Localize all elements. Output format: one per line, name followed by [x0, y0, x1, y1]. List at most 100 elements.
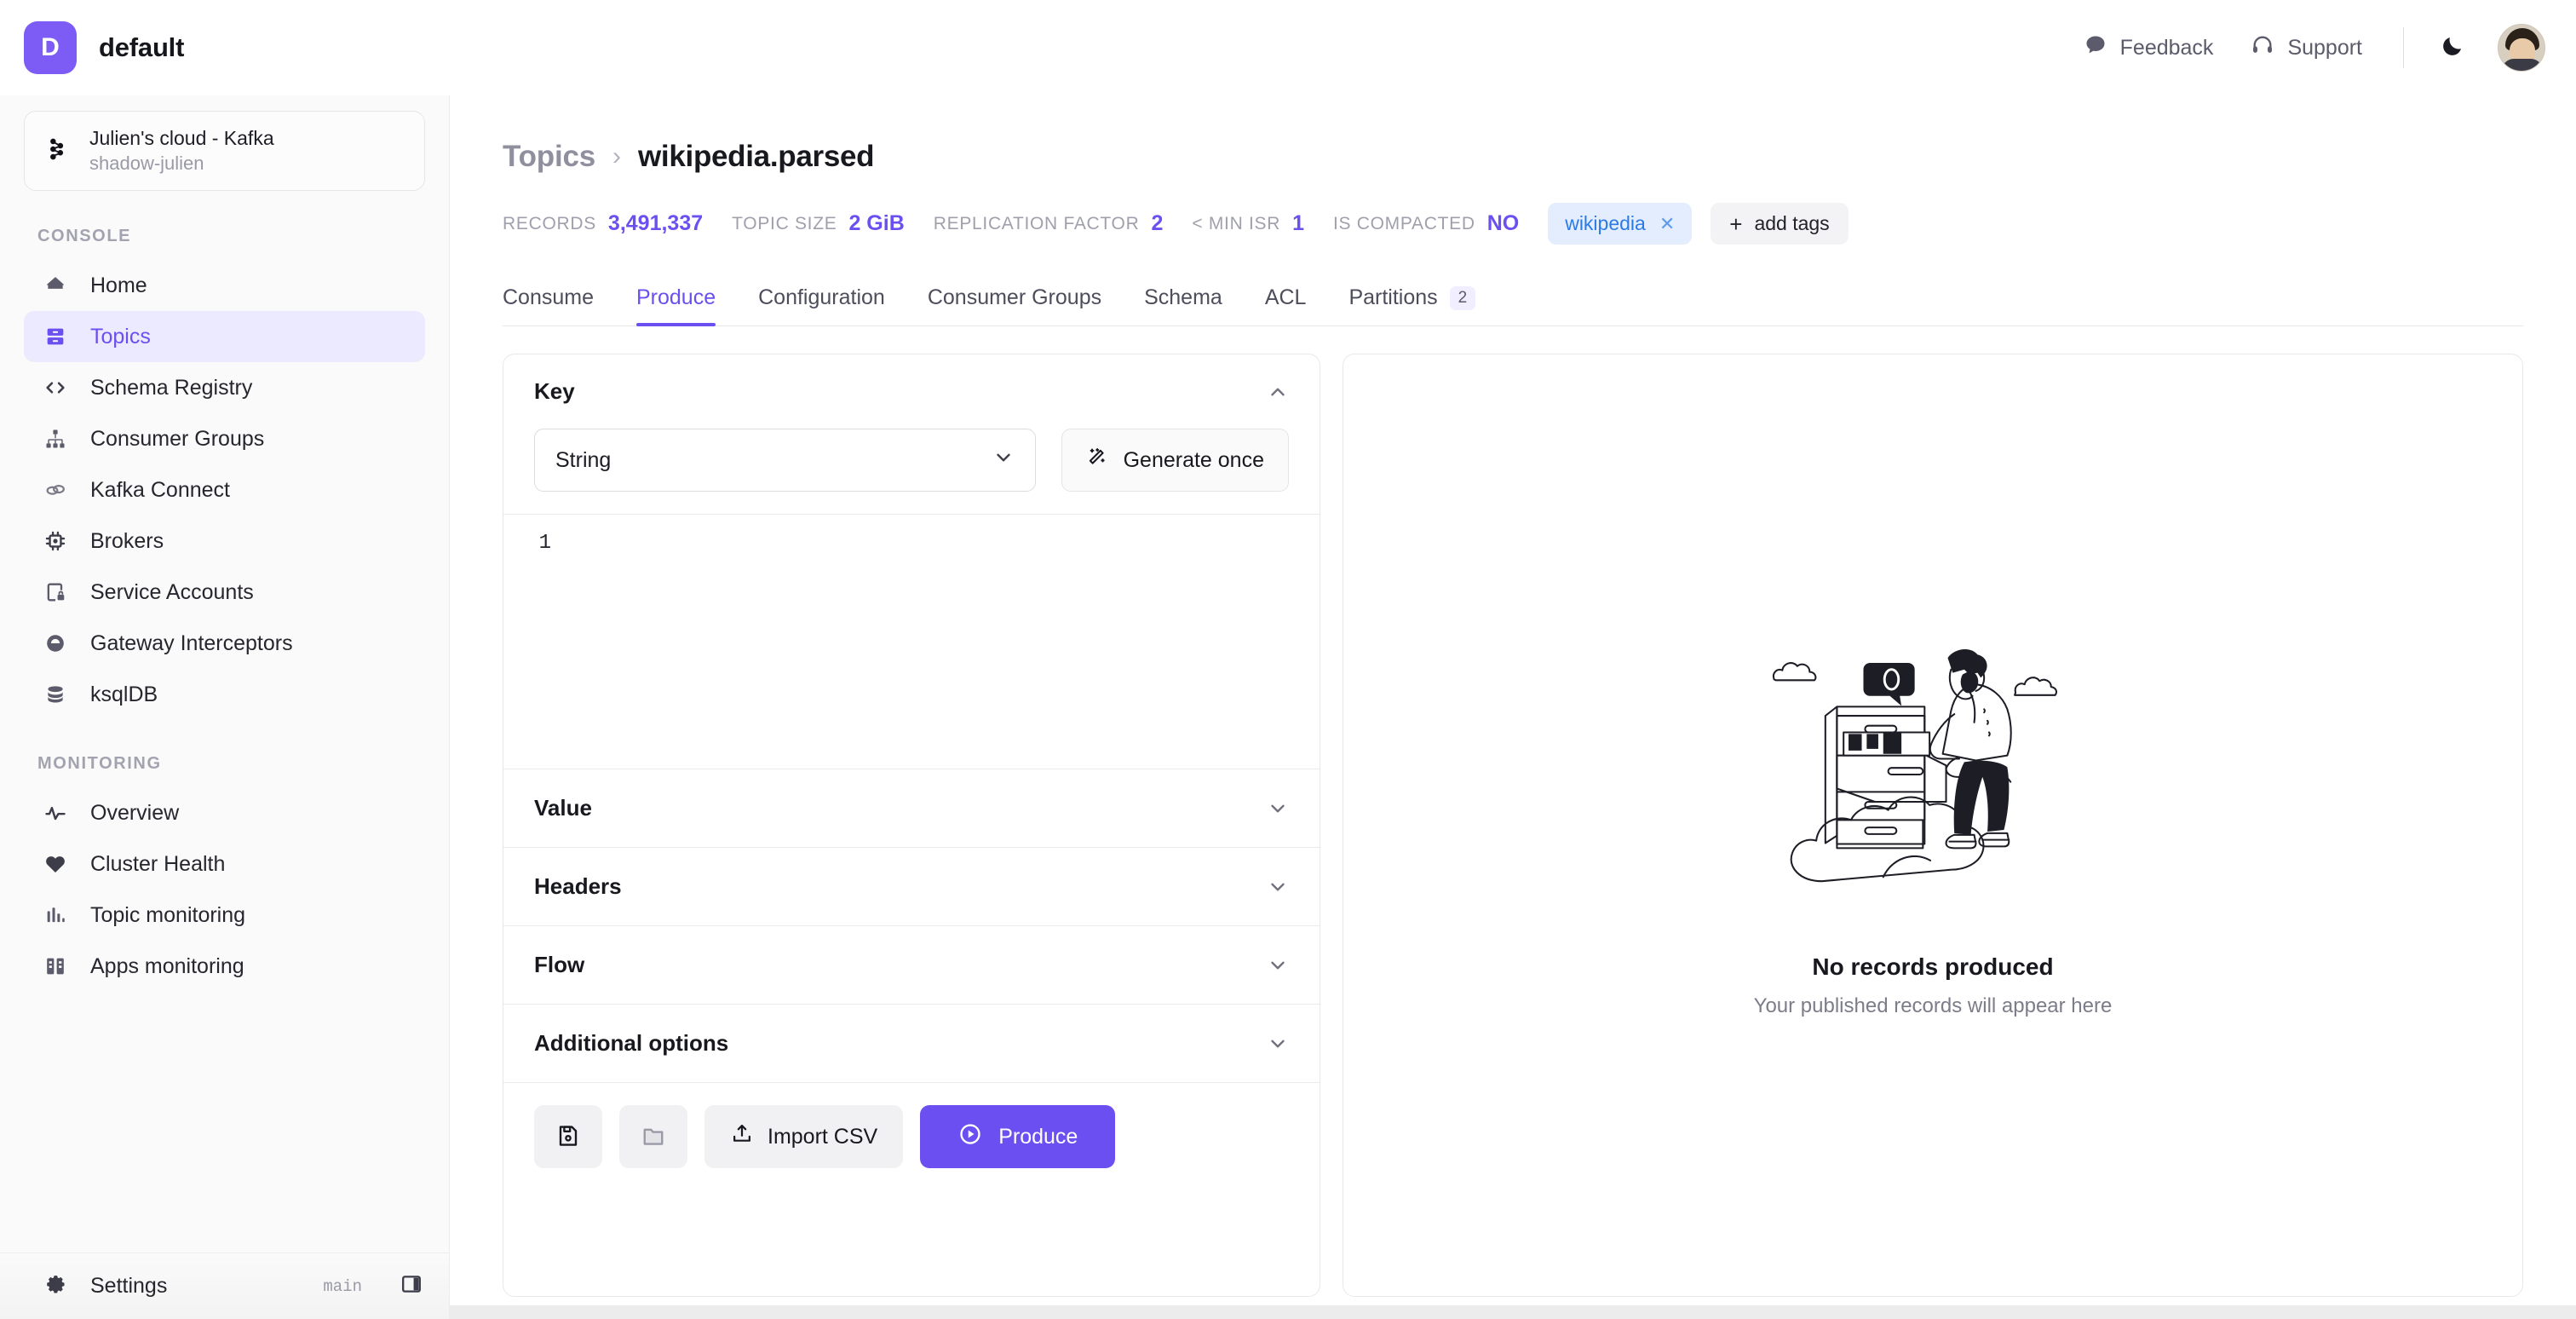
hierarchy-icon [43, 426, 68, 452]
feedback-label: Feedback [2119, 35, 2214, 60]
sidebar-item-brokers[interactable]: Brokers [24, 516, 425, 567]
link-icon [43, 477, 68, 503]
cluster-selector[interactable]: Julien's cloud - Kafka shadow-julien [24, 111, 425, 191]
stat-records: RECORDS 3,491,337 [503, 211, 703, 236]
support-label: Support [2287, 35, 2362, 60]
breadcrumb-topics-link[interactable]: Topics [503, 140, 595, 174]
chevron-up-icon[interactable] [1267, 381, 1289, 403]
apps-icon [43, 953, 68, 979]
key-editor[interactable]: 1 [503, 514, 1320, 769]
generate-once-button[interactable]: Generate once [1061, 429, 1289, 492]
open-button[interactable] [619, 1105, 687, 1168]
sidebar-item-gateway-interceptors[interactable]: Gateway Interceptors [24, 618, 425, 669]
tab-consumer-groups[interactable]: Consumer Groups [928, 280, 1101, 325]
magic-wand-icon [1086, 446, 1108, 475]
sidebar-item-home[interactable]: Home [24, 260, 425, 311]
avatar-shirt [2502, 59, 2543, 71]
stat-label: RECORDS [503, 213, 596, 233]
sidebar-item-cluster-health[interactable]: Cluster Health [24, 838, 425, 890]
additional-options-section-header[interactable]: Additional options [503, 1005, 1320, 1083]
sidebar-item-topic-monitoring[interactable]: Topic monitoring [24, 890, 425, 941]
sidebar-footer: Settings main [0, 1253, 449, 1319]
value-section-title: Value [534, 795, 592, 821]
pulse-icon [43, 800, 68, 826]
close-icon[interactable]: ✕ [1659, 213, 1675, 235]
body-row: Julien's cloud - Kafka shadow-julien CON… [0, 95, 2576, 1319]
produce-button-label: Produce [998, 1124, 1078, 1149]
headset-icon [2251, 33, 2274, 63]
stat-min-isr: < MIN ISR 1 [1192, 211, 1304, 236]
generate-once-label: Generate once [1123, 447, 1264, 472]
chevron-down-icon[interactable] [1267, 1033, 1289, 1055]
play-circle-icon [957, 1121, 983, 1153]
user-avatar[interactable] [2498, 24, 2545, 72]
sidebar-item-schema-registry[interactable]: Schema Registry [24, 362, 425, 413]
chevron-down-icon[interactable] [1267, 798, 1289, 820]
tab-produce[interactable]: Produce [636, 280, 716, 326]
sidebar-item-ksqldb[interactable]: ksqlDB [24, 669, 425, 720]
kafka-icon [43, 135, 72, 168]
top-bar: D default Feedback Support [0, 0, 2576, 95]
sidebar-item-label: Topics [90, 324, 151, 348]
stat-topic-size: TOPIC SIZE 2 GiB [732, 211, 905, 236]
sidebar-item-kafka-connect[interactable]: Kafka Connect [24, 464, 425, 516]
horizontal-scrollbar[interactable] [450, 1305, 2576, 1319]
sidebar-item-consumer-groups[interactable]: Consumer Groups [24, 413, 425, 464]
sidebar-item-settings[interactable]: Settings [43, 1274, 167, 1299]
flow-section-header[interactable]: Flow [503, 926, 1320, 1005]
nav-section-monitoring-label: MONITORING [37, 754, 162, 773]
sidebar-item-topics[interactable]: Topics [24, 311, 425, 362]
database-icon [43, 682, 68, 707]
sidebar-item-label: Topic monitoring [90, 902, 246, 927]
speech-bubble-icon [2084, 33, 2107, 63]
headers-section-title: Headers [534, 873, 622, 899]
support-button[interactable]: Support [2232, 26, 2381, 70]
chevron-down-icon[interactable] [1267, 876, 1289, 898]
tab-acl[interactable]: ACL [1265, 280, 1307, 325]
heart-icon [43, 851, 68, 877]
import-csv-button[interactable]: Import CSV [704, 1105, 904, 1168]
org-avatar[interactable]: D [24, 21, 77, 74]
tab-partitions[interactable]: Partitions 2 [1348, 280, 1476, 325]
sidebar-item-label: Consumer Groups [90, 426, 265, 451]
nav-section-console-label: CONSOLE [37, 227, 132, 245]
stat-value: 1 [1292, 211, 1304, 235]
tab-consume[interactable]: Consume [503, 280, 594, 325]
stat-replication-factor: REPLICATION FACTOR 2 [934, 211, 1164, 236]
branch-label: main [323, 1276, 362, 1296]
dark-mode-toggle[interactable] [2426, 25, 2479, 72]
tab-label: ACL [1264, 285, 1307, 309]
gateway-icon [43, 631, 68, 656]
feedback-button[interactable]: Feedback [2065, 26, 2233, 70]
tab-configuration[interactable]: Configuration [758, 280, 885, 325]
add-tags-button[interactable]: + add tags [1711, 203, 1849, 245]
panel-right-icon [400, 1272, 423, 1300]
tag-wikipedia[interactable]: wikipedia ✕ [1548, 203, 1693, 245]
upload-icon [730, 1122, 754, 1152]
sidebar-item-label: Apps monitoring [90, 953, 244, 978]
floppy-disk-icon [555, 1123, 581, 1151]
sidebar-item-label: Kafka Connect [90, 477, 230, 502]
key-editor-input[interactable] [566, 532, 1320, 769]
stat-value: 3,491,337 [607, 211, 704, 235]
chevron-down-icon[interactable] [1267, 954, 1289, 976]
save-button[interactable] [534, 1105, 602, 1168]
panel-toggle-button[interactable] [400, 1272, 423, 1300]
stat-is-compacted: IS COMPACTED NO [1333, 211, 1519, 236]
sidebar-item-overview[interactable]: Overview [24, 787, 425, 838]
produce-button[interactable]: Produce [920, 1105, 1116, 1168]
value-section-header[interactable]: Value [503, 769, 1320, 848]
key-format-select[interactable]: String [534, 429, 1036, 492]
sidebar-item-service-accounts[interactable]: Service Accounts [24, 567, 425, 618]
key-section-header[interactable]: Key [503, 354, 1320, 429]
sidebar-item-label: Overview [90, 800, 180, 825]
settings-label: Settings [90, 1274, 168, 1298]
tab-label: Produce [636, 285, 716, 309]
sidebar-item-label: Home [90, 273, 147, 297]
sidebar-item-apps-monitoring[interactable]: Apps monitoring [24, 941, 425, 992]
headers-section-header[interactable]: Headers [503, 848, 1320, 926]
tab-schema[interactable]: Schema [1144, 280, 1222, 325]
app-root: D default Feedback Support Julien's clou… [0, 0, 2576, 1319]
bar-chart-icon [43, 902, 68, 928]
empty-state-subtitle: Your published records will appear here [1753, 994, 2113, 1017]
